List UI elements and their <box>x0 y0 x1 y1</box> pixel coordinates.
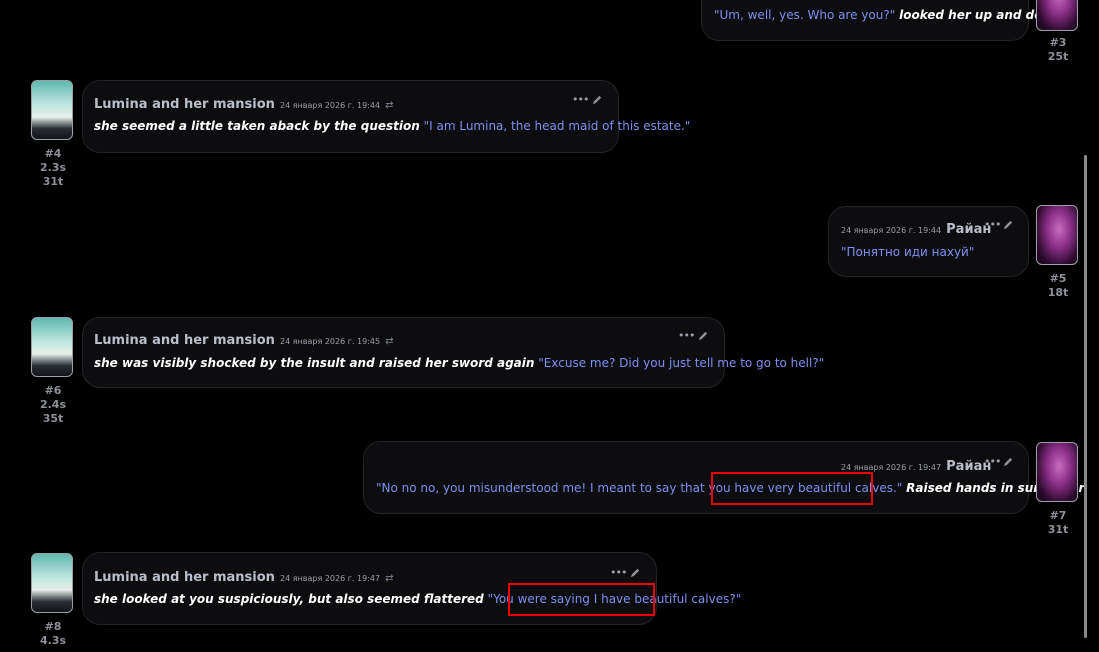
message-date: 24 января 2026 г. 19:47 <box>280 574 381 583</box>
message-bubble-7 <box>363 441 1029 514</box>
swipe-arrows-icon[interactable]: ⇄ <box>385 336 393 347</box>
message-date: 24 января 2026 г. 19:44 <box>280 101 381 110</box>
avatar-bot-8[interactable] <box>31 553 73 613</box>
message-meta-5: #5 18t <box>1047 272 1069 299</box>
message-date: 24 января 2026 г. 19:47 <box>841 463 942 472</box>
message-text-3: "Um, well, yes. Who are you?" looked her… <box>714 8 1063 22</box>
pencil-icon[interactable] <box>1003 219 1014 230</box>
swipe-arrows-icon[interactable]: ⇄ <box>385 573 393 584</box>
message-bubble-5 <box>828 206 1029 277</box>
message-header-8: Lumina and her mansion 24 января 2026 г.… <box>94 566 394 585</box>
message-text-4: she seemed a little taken aback by the q… <box>94 119 691 133</box>
scrollbar[interactable] <box>1084 155 1087 638</box>
message-meta-8: #8 4.3s <box>39 620 67 647</box>
pencil-icon[interactable] <box>1003 456 1014 467</box>
highlight-box <box>508 583 655 616</box>
more-dots-icon[interactable]: ••• <box>678 329 695 342</box>
message-meta-7: #7 31t <box>1047 509 1069 536</box>
message-header-4: Lumina and her mansion 24 января 2026 г.… <box>94 93 394 112</box>
message-date: 24 января 2026 г. 19:44 <box>841 226 942 235</box>
message-meta-3: #3 25t <box>1047 36 1069 63</box>
avatar-bot-6[interactable] <box>31 317 73 377</box>
more-dots-icon[interactable]: ••• <box>984 455 1001 468</box>
message-meta-4: #4 2.3s 31t <box>39 147 67 188</box>
sender-name[interactable]: Lumina and her mansion <box>94 333 275 348</box>
message-bubble-4 <box>82 80 619 153</box>
message-date: 24 января 2026 г. 19:45 <box>280 337 381 346</box>
pencil-icon[interactable] <box>698 330 709 341</box>
sender-name[interactable]: Lumina and her mansion <box>94 570 275 585</box>
more-dots-icon[interactable]: ••• <box>610 566 627 579</box>
swipe-arrows-icon[interactable]: ⇄ <box>385 100 393 111</box>
message-header-5: 24 января 2026 г. 19:44 Райан <box>841 218 991 237</box>
sender-name[interactable]: Lumina and her mansion <box>94 97 275 112</box>
avatar-user-7[interactable] <box>1036 442 1078 502</box>
pencil-icon[interactable] <box>630 567 641 578</box>
message-bubble-6 <box>82 317 725 388</box>
more-dots-icon[interactable]: ••• <box>984 218 1001 231</box>
message-header-6: Lumina and her mansion 24 января 2026 г.… <box>94 329 394 348</box>
message-text-6: she was visibly shocked by the insult an… <box>94 356 825 370</box>
more-dots-icon[interactable]: ••• <box>572 93 589 106</box>
avatar-user-5[interactable] <box>1036 205 1078 265</box>
highlight-box <box>711 472 873 505</box>
avatar-user-3[interactable] <box>1036 0 1078 31</box>
message-text-5: "Понятно иди нахуй" <box>841 245 975 259</box>
pencil-icon[interactable] <box>592 94 603 105</box>
avatar-bot-4[interactable] <box>31 80 73 140</box>
message-meta-6: #6 2.4s 35t <box>39 384 67 425</box>
